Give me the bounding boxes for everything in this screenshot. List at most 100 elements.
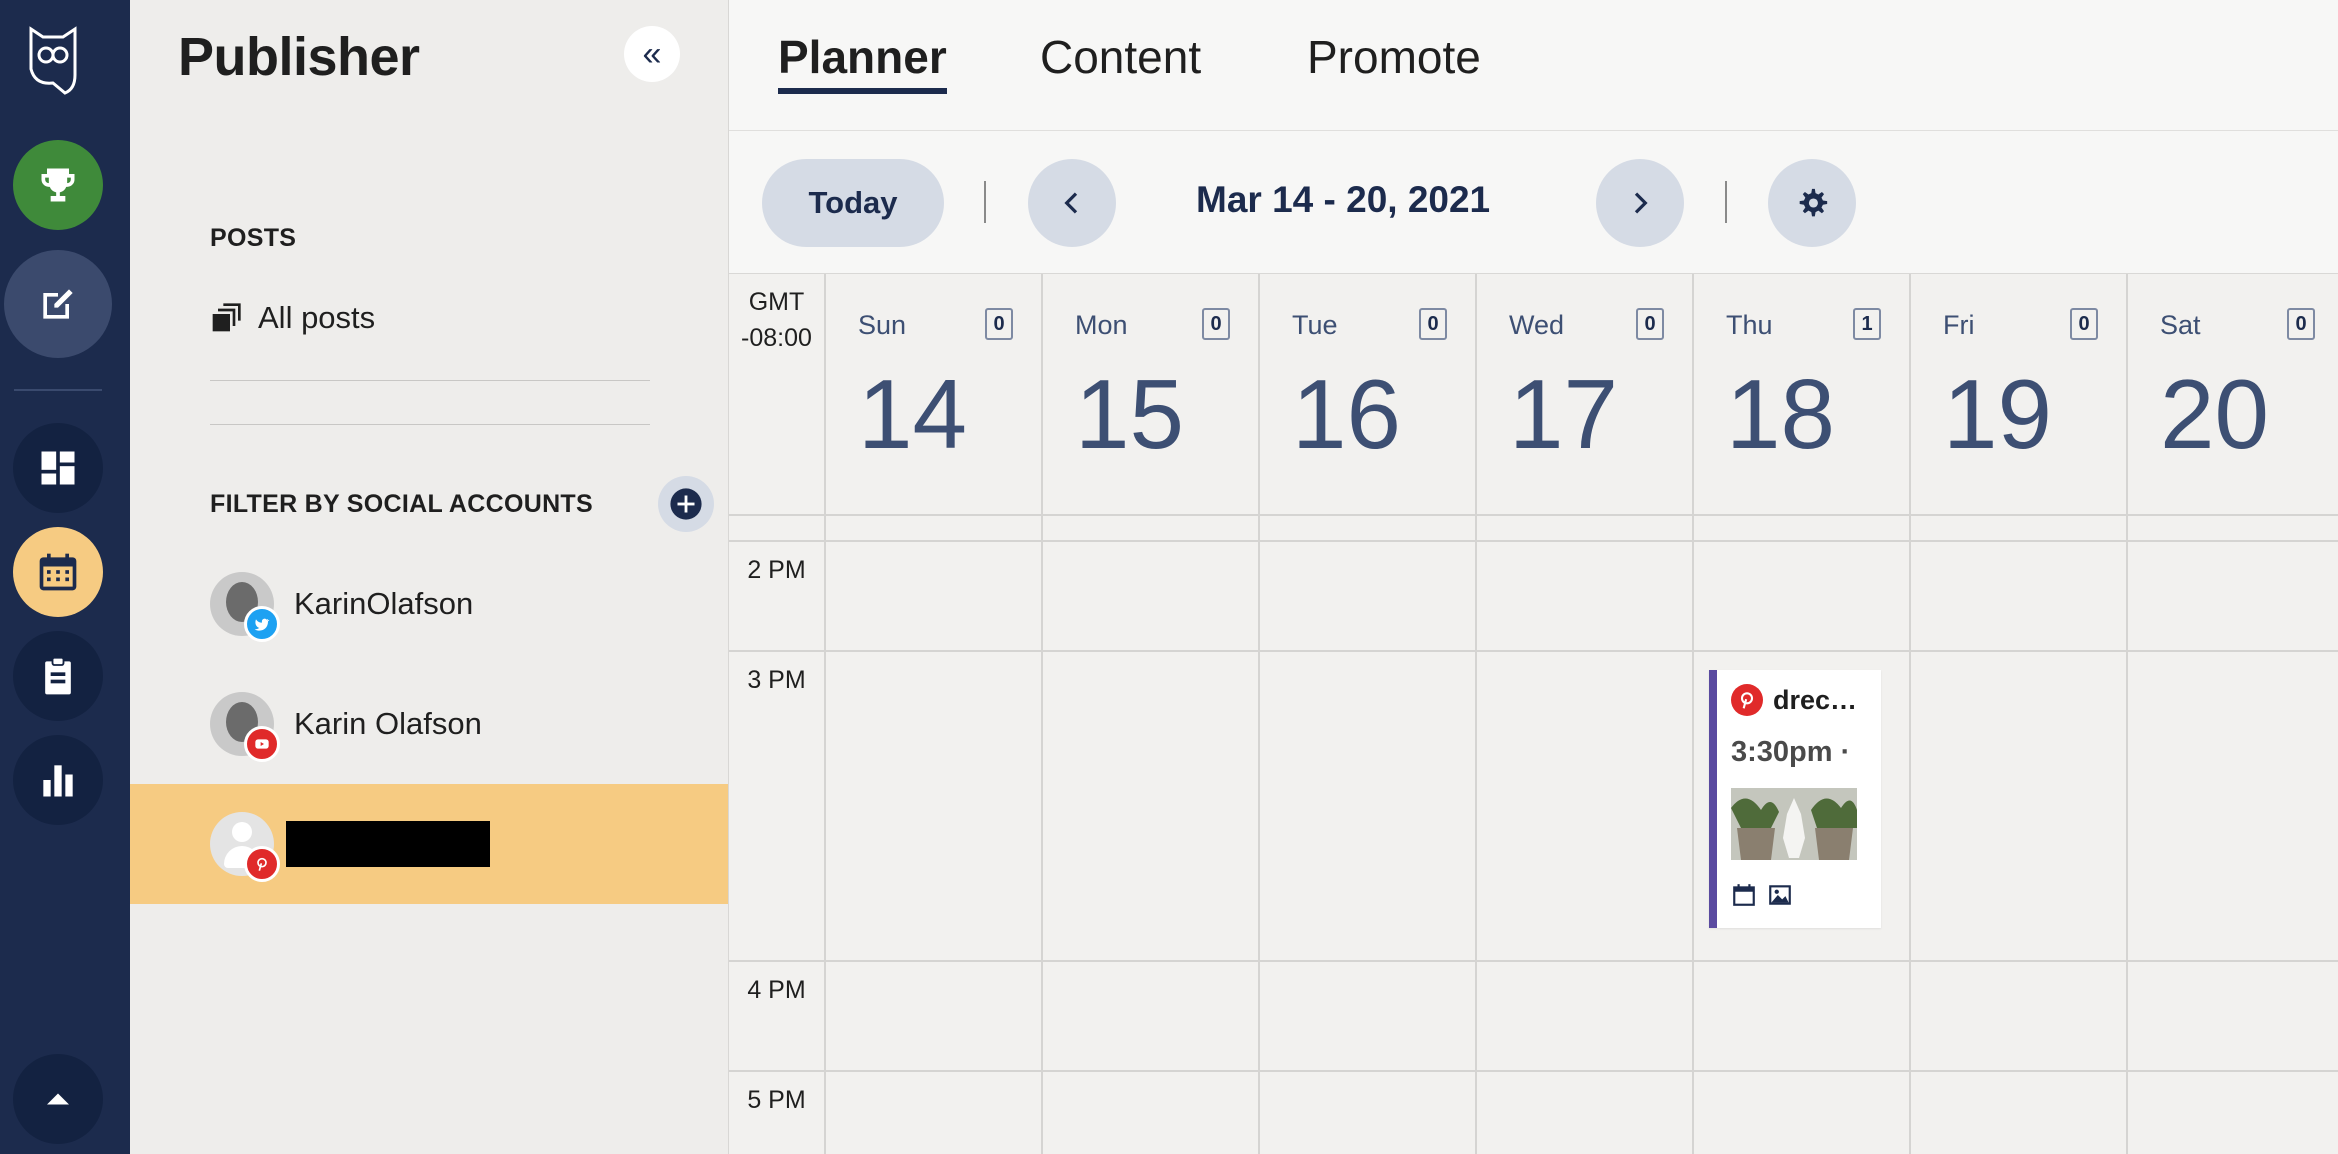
account-item-youtube[interactable]: Karin Olafson	[130, 664, 728, 784]
day-header-wed[interactable]: Wed 0 17	[1475, 274, 1694, 514]
chevron-right-icon	[1634, 192, 1648, 214]
chevron-left-icon	[1064, 192, 1078, 214]
hour-label: 5 PM	[747, 1086, 806, 1114]
post-meta-icons	[1731, 882, 1793, 908]
tab-label: Content	[1040, 31, 1202, 83]
calendar-icon[interactable]	[13, 527, 103, 617]
day-header-sat[interactable]: Sat 0 20	[2126, 274, 2338, 514]
post-count-badge: 0	[1636, 308, 1664, 340]
post-count-badge: 0	[985, 308, 1013, 340]
publisher-sidebar: Publisher « POSTS All posts FILTER BY SO…	[130, 0, 729, 1154]
day-name: Sun	[858, 310, 907, 340]
left-nav-rail	[0, 0, 130, 1154]
sidebar-divider	[210, 380, 650, 381]
youtube-icon	[244, 726, 280, 762]
grid-line	[1041, 514, 1043, 1154]
date-range: Mar 14 - 20, 2021	[1196, 179, 1491, 220]
chevron-up-icon[interactable]	[13, 1054, 103, 1144]
stacked-posts-icon	[212, 303, 241, 332]
active-tab-underline	[778, 88, 947, 94]
grid-line	[729, 960, 2338, 962]
timezone-label: GMT -08:00	[729, 274, 824, 356]
grid-line	[1692, 514, 1694, 1154]
collapse-sidebar-button[interactable]: «	[624, 26, 680, 82]
day-name: Fri	[1943, 310, 1975, 340]
add-account-button[interactable]	[658, 476, 714, 532]
grid-line	[1258, 514, 1260, 1154]
account-item-twitter[interactable]: KarinOlafson	[130, 544, 728, 664]
analytics-icon[interactable]	[13, 735, 103, 825]
today-button[interactable]: Today	[762, 159, 944, 247]
clipboard-icon[interactable]	[13, 631, 103, 721]
day-number: 20	[2160, 359, 2270, 469]
grid-line	[1909, 514, 1911, 1154]
avatar	[210, 572, 280, 642]
grid-line	[824, 514, 826, 1154]
account-name: Karin Olafson	[294, 706, 482, 741]
all-posts-link[interactable]: All posts	[210, 296, 375, 340]
day-header-tue[interactable]: Tue 0 16	[1258, 274, 1477, 514]
toolbar-divider	[984, 181, 986, 223]
post-count-badge: 0	[2070, 308, 2098, 340]
day-number: 18	[1726, 359, 1836, 469]
settings-button[interactable]	[1768, 159, 1856, 247]
redacted-account-name	[286, 821, 490, 867]
previous-week-button[interactable]	[1028, 159, 1116, 247]
account-name: KarinOlafson	[294, 586, 474, 621]
post-title: drec…	[1731, 684, 1857, 716]
post-count-badge: 0	[2287, 308, 2315, 340]
day-number: 17	[1509, 359, 1619, 469]
post-count-badge: 0	[1419, 308, 1447, 340]
tab-planner[interactable]: Planner	[778, 30, 947, 94]
scheduled-post-card[interactable]: drec… 3:30pm ·	[1709, 670, 1881, 928]
planner-main: Planner Content Promote Today Mar 14 - 2…	[729, 0, 2338, 1154]
hour-label: 4 PM	[747, 976, 806, 1004]
grid-line	[729, 1070, 2338, 1072]
day-number: 19	[1943, 359, 2053, 469]
day-name: Sat	[2160, 310, 2201, 340]
all-posts-label: All posts	[258, 300, 376, 335]
tab-label: Promote	[1307, 31, 1481, 83]
day-header-sun[interactable]: Sun 0 14	[824, 274, 1043, 514]
account-item-pinterest-selected[interactable]	[130, 784, 728, 904]
plus-circle-icon	[670, 488, 702, 520]
day-name: Thu	[1726, 310, 1773, 340]
grid-line	[729, 514, 2338, 516]
post-count-badge: 1	[1853, 308, 1881, 340]
tab-label: Planner	[778, 31, 947, 83]
timezone-gmt: GMT	[748, 288, 805, 316]
day-header-thu[interactable]: Thu 1 18	[1692, 274, 1911, 514]
filter-accounts-label: FILTER BY SOCIAL ACCOUNTS	[210, 490, 593, 518]
post-thumbnail	[1731, 788, 1857, 860]
compose-icon[interactable]	[4, 250, 112, 358]
avatar	[210, 692, 280, 762]
grid-line	[729, 650, 2338, 652]
posts-section-label: POSTS	[210, 224, 297, 252]
day-name: Wed	[1509, 310, 1565, 340]
tab-promote[interactable]: Promote	[1307, 30, 1481, 84]
grid-line	[1475, 514, 1477, 1154]
day-header-mon[interactable]: Mon 0 15	[1041, 274, 1260, 514]
trophy-icon[interactable]	[13, 140, 103, 230]
pinterest-icon	[244, 846, 280, 882]
day-number: 14	[858, 359, 968, 469]
post-time: 3:30pm ·	[1731, 736, 1851, 768]
publisher-tabs: Planner Content Promote	[729, 0, 2338, 131]
owl-logo-icon[interactable]	[25, 25, 81, 95]
day-header-fri[interactable]: Fri 0 19	[1909, 274, 2128, 514]
tab-content[interactable]: Content	[1040, 30, 1201, 84]
day-number: 16	[1292, 359, 1402, 469]
gear-icon	[1799, 188, 1828, 217]
hour-label: 2 PM	[747, 556, 806, 584]
rail-divider	[14, 389, 102, 391]
post-title-text: drec…	[1773, 684, 1858, 715]
planner-toolbar: Today Mar 14 - 20, 2021	[729, 131, 2338, 274]
toolbar-divider	[1725, 181, 1727, 223]
image-icon	[1769, 885, 1791, 905]
day-name: Mon	[1075, 310, 1128, 340]
grid-line	[729, 540, 2338, 542]
day-name: Tue	[1292, 310, 1338, 340]
dashboard-icon[interactable]	[13, 423, 103, 513]
next-week-button[interactable]	[1596, 159, 1684, 247]
twitter-icon	[244, 606, 280, 642]
